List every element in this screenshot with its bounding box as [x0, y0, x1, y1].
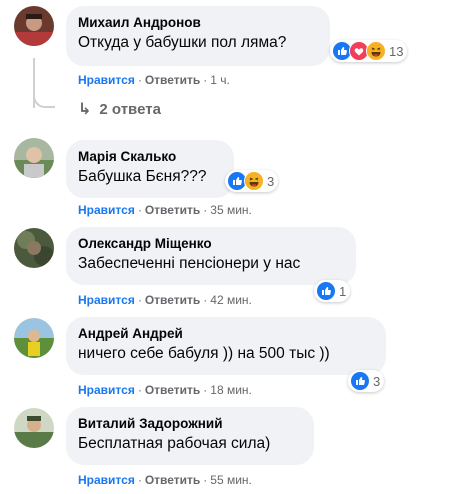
view-replies-link[interactable]: ↳ 2 ответа	[78, 99, 161, 119]
separator-dot: ·	[137, 293, 142, 307]
comment-actions: Нравится · Ответить · 35 мин.	[78, 202, 252, 218]
separator-dot: ·	[203, 473, 208, 487]
comment-actions: Нравится · Ответить · 55 мин.	[78, 472, 252, 488]
comment-author[interactable]: Марія Скалько	[78, 148, 222, 165]
comment-text: ничего себе бабуля )) на 500 тыс ))	[78, 345, 330, 362]
separator-dot: ·	[137, 383, 142, 397]
reaction-count: 13	[389, 43, 404, 59]
haha-icon	[244, 171, 264, 191]
timestamp[interactable]: 35 мин.	[210, 203, 252, 217]
like-button[interactable]: Нравится	[78, 293, 135, 307]
timestamp[interactable]: 55 мин.	[210, 473, 252, 487]
reply-button[interactable]: Ответить	[145, 293, 200, 307]
avatar[interactable]	[14, 408, 54, 448]
avatar[interactable]	[14, 6, 54, 46]
comment-bubble: Виталий Задорожний Бесплатная рабочая си…	[66, 407, 314, 465]
comment-text: Бабушка Бєня???	[78, 168, 207, 185]
separator-dot: ·	[137, 203, 142, 217]
separator-dot: ·	[203, 73, 208, 87]
reaction-count: 3	[373, 373, 381, 389]
like-icon	[316, 281, 336, 301]
comment-actions: Нравится · Ответить · 42 мин.	[78, 292, 252, 308]
avatar[interactable]	[14, 228, 54, 268]
replies-count-label: 2 ответа	[99, 101, 161, 118]
comment-author[interactable]: Михаил Андронов	[78, 14, 318, 31]
comment-author[interactable]: Виталий Задорожний	[78, 415, 302, 432]
comment-bubble: Михаил Андронов Откуда у бабушки пол лям…	[66, 6, 330, 66]
like-button[interactable]: Нравится	[78, 203, 135, 217]
thread-connector	[33, 80, 55, 108]
separator-dot: ·	[137, 473, 142, 487]
reply-button[interactable]: Ответить	[145, 73, 200, 87]
comment-actions: Нравится · Ответить · 18 мин.	[78, 382, 252, 398]
comment-actions: Нравится · Ответить · 1 ч.	[78, 72, 230, 88]
comment-author[interactable]: Андрей Андрей	[78, 325, 374, 342]
comment-text: Бесплатная рабочая сила)	[78, 435, 271, 452]
avatar[interactable]	[14, 138, 54, 178]
timestamp[interactable]: 18 мин.	[210, 383, 252, 397]
avatar[interactable]	[14, 318, 54, 358]
separator-dot: ·	[203, 203, 208, 217]
separator-dot: ·	[137, 73, 142, 87]
reaction-count: 1	[339, 283, 347, 299]
separator-dot: ·	[203, 383, 208, 397]
reply-arrow-icon: ↳	[78, 101, 92, 118]
reaction-count: 3	[267, 173, 275, 189]
reactions-summary[interactable]: 1	[314, 280, 351, 302]
comment-text: Откуда у бабушки пол ляма?	[78, 34, 287, 51]
like-button[interactable]: Нравится	[78, 383, 135, 397]
reactions-summary[interactable]: 3	[225, 170, 279, 192]
comment-author[interactable]: Олександр Міщенко	[78, 235, 344, 252]
like-button[interactable]: Нравится	[78, 473, 135, 487]
reply-button[interactable]: Ответить	[145, 473, 200, 487]
like-button[interactable]: Нравится	[78, 73, 135, 87]
reactions-summary[interactable]: 3	[348, 370, 385, 392]
comment-text: Забеспеченні пенсіонери у нас	[78, 255, 301, 272]
comment-bubble: Марія Скалько Бабушка Бєня???	[66, 140, 234, 198]
reply-button[interactable]: Ответить	[145, 383, 200, 397]
reply-button[interactable]: Ответить	[145, 203, 200, 217]
comment-bubble: Олександр Міщенко Забеспеченні пенсіонер…	[66, 227, 356, 285]
like-icon	[350, 371, 370, 391]
comment-bubble: Андрей Андрей ничего себе бабуля )) на 5…	[66, 317, 386, 375]
timestamp[interactable]: 1 ч.	[210, 73, 230, 87]
separator-dot: ·	[203, 293, 208, 307]
timestamp[interactable]: 42 мин.	[210, 293, 252, 307]
reactions-summary[interactable]: 13	[330, 40, 408, 62]
haha-icon	[366, 41, 386, 61]
